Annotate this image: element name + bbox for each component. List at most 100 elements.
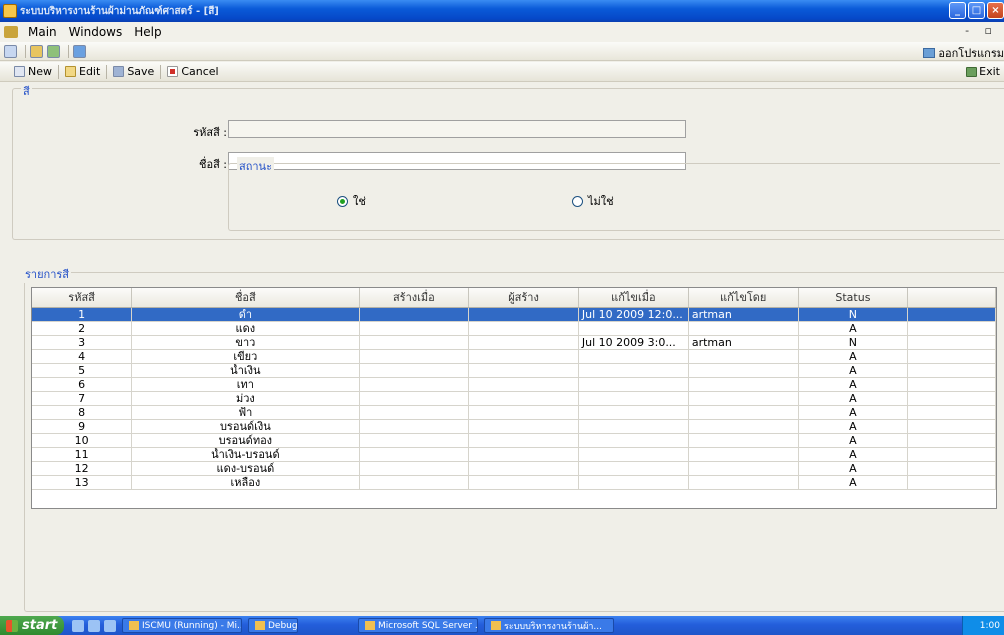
table-cell: Jul 10 2009 3:0... (578, 335, 689, 350)
new-label: New (28, 65, 52, 78)
table-cell: 2 (32, 321, 133, 336)
table-row[interactable]: 2 แดง A (32, 321, 996, 336)
close-button[interactable]: × (987, 2, 1004, 19)
table-row[interactable]: 6 เทา A (32, 377, 996, 392)
table-row[interactable]: 8 ฟ้า A (32, 405, 996, 420)
column-header-status[interactable]: Status (798, 288, 909, 308)
table-row[interactable]: 4 เขียว A (32, 349, 996, 364)
browser-icon[interactable] (72, 619, 84, 632)
new-button[interactable]: New (10, 65, 56, 78)
color-form-group: สี รหัสสี : ชื่อสี : สถานะ ใช่ ไม่ใช่ (12, 82, 1004, 240)
table-cell-filler (907, 363, 996, 378)
column-header-created-by[interactable]: ผู้สร้าง (468, 288, 579, 308)
maximize-button[interactable]: □ (968, 2, 985, 19)
column-header-modified-by[interactable]: แก้ไขโดย (688, 288, 799, 308)
minimize-button[interactable]: _ (949, 2, 966, 19)
table-cell (688, 391, 799, 406)
table-body: 1 ดำ Jul 10 2009 12:0... artman N 2 แดง A 3 ขาว Ju… (32, 307, 996, 490)
chart-icon[interactable] (47, 44, 60, 58)
status-group-title: สถานะ (237, 157, 274, 175)
table-cell-filler (907, 447, 996, 462)
table-cell (359, 475, 470, 490)
action-toolbar: New Edit Save Cancel Exit (0, 62, 1004, 82)
taskbar-item[interactable]: ระบบบริหารงานร้านผ้า... (484, 618, 614, 633)
column-header-name[interactable]: ชื่อสี (131, 288, 360, 308)
table-row[interactable]: 3 ขาว Jul 10 2009 3:0... artman N (32, 335, 996, 350)
table-cell (688, 405, 799, 420)
separator (68, 44, 69, 58)
menu-main[interactable]: Main (22, 25, 63, 39)
table-cell-filler (907, 391, 996, 406)
title-bar[interactable]: ระบบบริหารงานร้านผ้าม่านภัณฑ์ศาสตร์ - [ส… (0, 0, 1004, 22)
logout-icon (923, 48, 936, 58)
taskbar-item[interactable]: ISCMU (Running) - Mi... (122, 618, 242, 633)
color-code-field[interactable] (228, 120, 686, 138)
cancel-icon (167, 66, 179, 77)
table-cell (688, 377, 799, 392)
home-icon[interactable] (4, 44, 17, 58)
table-cell: 4 (32, 349, 133, 364)
taskbar-item[interactable]: Microsoft SQL Server ... (358, 618, 478, 633)
table-cell (359, 447, 470, 462)
form-group-title: สี (21, 82, 32, 100)
menu-help[interactable]: Help (128, 25, 167, 39)
color-data-grid[interactable]: รหัสสี ชื่อสี สร้างเมื่อ ผู้สร้าง แก้ไขเ… (31, 287, 997, 509)
table-row[interactable]: 13 เหลือง A (32, 475, 996, 490)
table-cell (578, 321, 689, 336)
status-no-radio[interactable]: ไม่ใช่ (572, 192, 614, 210)
refresh-icon[interactable] (73, 44, 86, 58)
table-cell: ม่วง (131, 391, 360, 406)
folder-icon[interactable] (30, 44, 43, 58)
separator (160, 64, 162, 79)
logout-button[interactable]: ออกโปรแกรม (923, 44, 1004, 62)
table-row[interactable]: 9 บรอนด์เงิน A (32, 419, 996, 434)
table-cell: 12 (32, 461, 133, 476)
media-icon[interactable] (88, 619, 100, 632)
window-title: ระบบบริหารงานร้านผ้าม่านภัณฑ์ศาสตร์ - [ส… (20, 5, 219, 17)
table-cell: บรอนด์เงิน (131, 419, 360, 434)
column-header-modified-at[interactable]: แก้ไขเมื่อ (578, 288, 689, 308)
column-header-created-at[interactable]: สร้างเมื่อ (359, 288, 470, 308)
table-cell: N (798, 307, 909, 322)
edit-button[interactable]: Edit (61, 65, 104, 78)
mdi-child-icon[interactable] (4, 26, 18, 38)
table-row[interactable]: 12 แดง-บรอนด์ A (32, 461, 996, 476)
status-yes-label: ใช่ (353, 195, 366, 208)
start-button[interactable]: start (0, 616, 64, 635)
status-yes-radio[interactable]: ใช่ (337, 192, 366, 210)
app-icon (129, 621, 139, 630)
taskbar-item[interactable]: Debug (248, 618, 298, 633)
save-button[interactable]: Save (109, 65, 158, 78)
table-cell: A (798, 419, 909, 434)
table-row[interactable]: 5 น้ำเงิน A (32, 363, 996, 378)
table-cell (468, 405, 579, 420)
exit-button[interactable]: Exit (962, 65, 1004, 78)
table-cell (359, 349, 470, 364)
column-header-filler (907, 288, 996, 308)
table-row[interactable]: 10 บรอนด์ทอง A (32, 433, 996, 448)
table-row[interactable]: 7 ม่วง A (32, 391, 996, 406)
table-cell (578, 377, 689, 392)
table-cell (468, 363, 579, 378)
cancel-button[interactable]: Cancel (163, 65, 222, 78)
mdi-controls[interactable]: - ▫ (965, 24, 998, 37)
table-cell: Jul 10 2009 12:0... (578, 307, 689, 322)
table-row[interactable]: 11 น้ำเงิน-บรอนด์ A (32, 447, 996, 462)
table-cell (688, 363, 799, 378)
table-cell (688, 461, 799, 476)
messenger-icon[interactable] (104, 619, 116, 632)
sql-server-icon (365, 621, 375, 630)
separator (106, 64, 108, 79)
status-no-label: ไม่ใช่ (588, 195, 614, 208)
menu-windows[interactable]: Windows (63, 25, 129, 39)
table-cell-filler (907, 335, 996, 350)
table-row[interactable]: 1 ดำ Jul 10 2009 12:0... artman N (32, 307, 996, 322)
save-label: Save (127, 65, 155, 78)
table-cell (468, 349, 579, 364)
table-cell (359, 363, 470, 378)
color-name-label: ชื่อสี : (199, 158, 227, 171)
window-controls: _ □ × (949, 2, 1004, 19)
menu-bar: Main Windows Help - ▫ (0, 22, 1004, 42)
separator (58, 64, 59, 79)
column-header-code[interactable]: รหัสสี (32, 288, 133, 308)
